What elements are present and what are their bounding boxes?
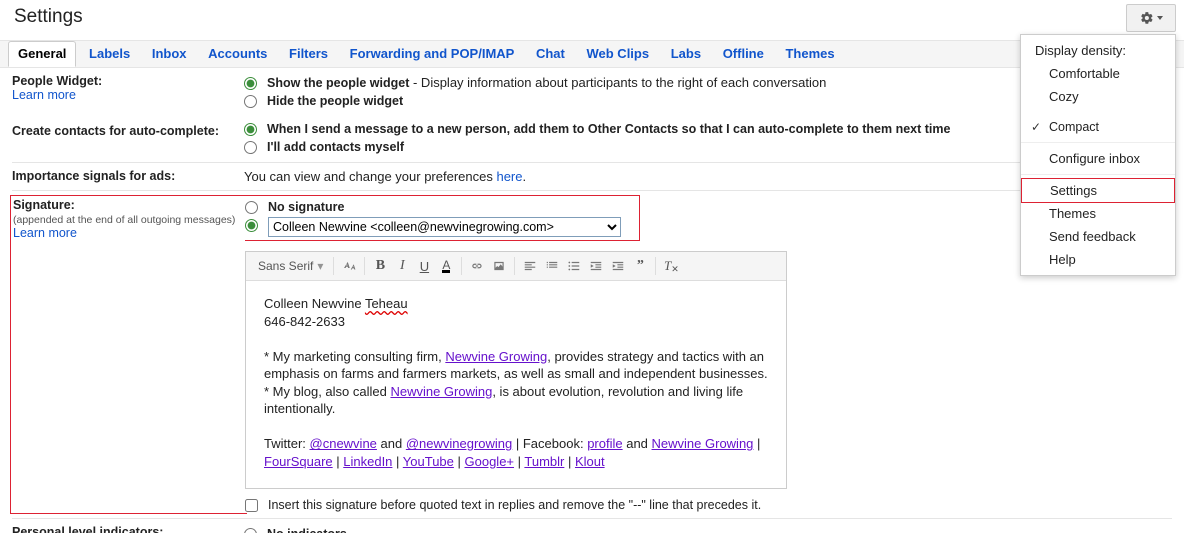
signature-learn-more[interactable]: Learn more xyxy=(13,226,77,240)
sig-name-misspelled: Teheau xyxy=(365,296,408,311)
menu-divider xyxy=(1021,142,1175,143)
radio-hide-people-widget[interactable] xyxy=(244,95,257,108)
menu-item-themes[interactable]: Themes xyxy=(1021,202,1175,225)
text-color-icon[interactable]: A xyxy=(435,256,457,276)
sig-link-googleplus[interactable]: Google+ xyxy=(465,454,515,469)
bullet-list-icon[interactable] xyxy=(563,256,585,276)
chk-insert-signature-label: Insert this signature before quoted text… xyxy=(268,498,761,512)
menu-item-help[interactable]: Help xyxy=(1021,248,1175,271)
indent-icon[interactable] xyxy=(607,256,629,276)
sig-name-first: Colleen Newvine xyxy=(264,296,365,311)
settings-tabs: General Labels Inbox Accounts Filters Fo… xyxy=(0,40,1184,68)
radio-signature-account[interactable] xyxy=(245,219,258,232)
image-icon[interactable] xyxy=(488,256,510,276)
sig-link-tw2[interactable]: @newvinegrowing xyxy=(406,436,512,451)
people-widget-learn-more[interactable]: Learn more xyxy=(12,88,76,102)
sig-phone: 646-842-2633 xyxy=(264,313,768,331)
radio-no-indicators[interactable] xyxy=(244,528,257,533)
gear-button[interactable] xyxy=(1126,4,1176,32)
menu-item-send-feedback[interactable]: Send feedback xyxy=(1021,225,1175,248)
label-no-signature: No signature xyxy=(268,199,344,215)
menu-item-configure-inbox[interactable]: Configure inbox xyxy=(1021,147,1175,170)
tab-labs[interactable]: Labs xyxy=(662,41,710,67)
label-show-people-widget: Show the people widget xyxy=(267,76,409,90)
menu-header: Display density: xyxy=(1021,39,1175,62)
signature-title: Signature: xyxy=(13,198,75,212)
row-people-widget: People Widget: Learn more Show the peopl… xyxy=(12,68,1172,163)
bold-icon[interactable]: B xyxy=(369,256,391,276)
sig-link-linkedin[interactable]: LinkedIn xyxy=(343,454,392,469)
radio-show-people-widget[interactable] xyxy=(244,77,257,90)
people-widget-title: People Widget: xyxy=(12,74,102,88)
sig-link-tw1[interactable]: @cnewvine xyxy=(310,436,377,451)
editor-body[interactable]: Colleen Newvine Teheau 646-842-2633 * My… xyxy=(246,281,786,488)
signature-editor: Sans Serif ▾ B I U A xyxy=(245,251,787,489)
editor-toolbar: Sans Serif ▾ B I U A xyxy=(246,252,786,281)
sig-p2-pre: * My blog, also called xyxy=(264,384,390,399)
font-size-icon[interactable] xyxy=(338,256,360,276)
row-signature: Signature: (appended at the end of all o… xyxy=(12,191,1172,519)
label-no-indicators: No indicators xyxy=(267,526,347,533)
outdent-icon[interactable] xyxy=(585,256,607,276)
align-left-icon[interactable] xyxy=(519,256,541,276)
sig-link-fb-profile[interactable]: profile xyxy=(587,436,622,451)
signature-sub: (appended at the end of all outgoing mes… xyxy=(13,214,235,226)
radio-manual-contacts[interactable] xyxy=(244,141,257,154)
font-family-select[interactable]: Sans Serif ▾ xyxy=(252,259,329,273)
sig-link-youtube[interactable]: YouTube xyxy=(403,454,454,469)
gear-menu: Display density: Comfortable Cozy Compac… xyxy=(1020,34,1176,276)
chk-insert-signature-before-quote[interactable] xyxy=(245,499,258,512)
gear-icon xyxy=(1140,11,1154,25)
sig-p1-pre: * My marketing consulting firm, xyxy=(264,349,445,364)
chevron-down-icon xyxy=(1157,16,1163,20)
menu-item-comfortable[interactable]: Comfortable xyxy=(1021,62,1175,85)
sig-link-blog[interactable]: Newvine Growing xyxy=(390,384,492,399)
tab-forwarding[interactable]: Forwarding and POP/IMAP xyxy=(341,41,524,67)
clear-format-icon[interactable]: T✕ xyxy=(660,256,682,276)
link-icon[interactable] xyxy=(466,256,488,276)
tab-filters[interactable]: Filters xyxy=(280,41,337,67)
menu-divider xyxy=(1021,174,1175,175)
personal-title: Personal level indicators: xyxy=(12,525,244,533)
ads-suffix: . xyxy=(523,169,527,184)
desc-show-people-widget: - Display information about participants… xyxy=(409,75,826,90)
sig-link-fb-page[interactable]: Newvine Growing xyxy=(652,436,754,451)
tab-accounts[interactable]: Accounts xyxy=(199,41,276,67)
sig-link-foursquare[interactable]: FourSquare xyxy=(264,454,333,469)
contacts-title: Create contacts for auto-complete: xyxy=(12,124,244,138)
menu-item-settings[interactable]: Settings xyxy=(1021,178,1175,203)
menu-item-cozy[interactable]: Cozy xyxy=(1021,85,1175,108)
tab-general[interactable]: General xyxy=(8,41,76,67)
ads-title: Importance signals for ads: xyxy=(12,169,244,184)
radio-auto-contacts[interactable] xyxy=(244,123,257,136)
italic-icon[interactable]: I xyxy=(391,256,413,276)
sig-tw-pre: Twitter: xyxy=(264,436,310,451)
tab-webclips[interactable]: Web Clips xyxy=(577,41,658,67)
quote-icon[interactable]: ” xyxy=(629,256,651,276)
signature-account-select[interactable]: Colleen Newvine <colleen@newvinegrowing.… xyxy=(268,217,621,237)
tab-chat[interactable]: Chat xyxy=(527,41,574,67)
page-title: Settings xyxy=(0,0,1184,40)
sig-link-tumblr[interactable]: Tumblr xyxy=(524,454,564,469)
label-auto-contacts: When I send a message to a new person, a… xyxy=(267,121,950,137)
sig-link-firm[interactable]: Newvine Growing xyxy=(445,349,547,364)
menu-item-compact[interactable]: Compact xyxy=(1021,116,1175,138)
ads-prefix: You can view and change your preferences xyxy=(244,169,496,184)
row-ads: Importance signals for ads: You can view… xyxy=(12,163,1172,191)
tab-inbox[interactable]: Inbox xyxy=(143,41,196,67)
tab-labels[interactable]: Labels xyxy=(80,41,139,67)
underline-icon[interactable]: U xyxy=(413,256,435,276)
label-hide-people-widget: Hide the people widget xyxy=(267,93,403,109)
radio-no-signature[interactable] xyxy=(245,201,258,214)
label-manual-contacts: I'll add contacts myself xyxy=(267,139,404,155)
tab-offline[interactable]: Offline xyxy=(714,41,773,67)
sig-link-klout[interactable]: Klout xyxy=(575,454,605,469)
ads-here-link[interactable]: here xyxy=(496,169,522,184)
row-personal-indicators: Personal level indicators: No indicators… xyxy=(12,519,1172,533)
ordered-list-icon[interactable] xyxy=(541,256,563,276)
tab-themes[interactable]: Themes xyxy=(776,41,843,67)
